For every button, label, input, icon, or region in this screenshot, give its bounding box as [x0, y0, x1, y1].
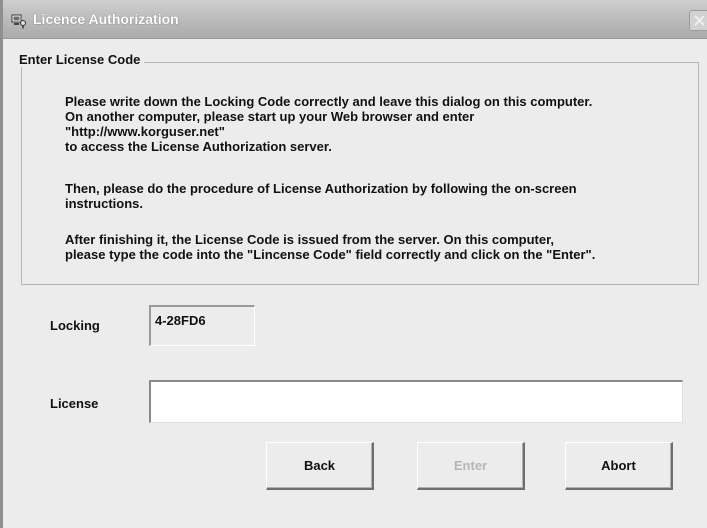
title-bar[interactable]: Licence Authorization [3, 0, 707, 39]
instruction-line: to access the License Authorization serv… [65, 139, 332, 154]
instruction-line: After finishing it, the License Code is … [65, 232, 555, 247]
license-code-input[interactable] [149, 380, 683, 423]
instructions-paragraph-3: After finishing it, the License Code is … [65, 232, 595, 262]
instruction-url: "http://www.korguser.net" [65, 124, 225, 139]
instruction-line: please type the code into the "Lincense … [65, 247, 596, 262]
licence-authorization-dialog: Licence Authorization Enter License Code… [0, 0, 707, 528]
instruction-line: Please write down the Locking Code corre… [65, 94, 593, 109]
close-icon [694, 15, 705, 26]
abort-button[interactable]: Abort [565, 442, 673, 490]
back-button[interactable]: Back [266, 442, 374, 490]
locking-code-field: 4-28FD6 [149, 305, 255, 346]
instruction-line: On another computer, please start up you… [65, 109, 475, 124]
instruction-line: Then, please do the procedure of License… [65, 181, 577, 196]
enter-button[interactable]: Enter [417, 442, 525, 490]
instruction-line: instructions. [65, 196, 144, 211]
computer-key-icon [11, 13, 27, 29]
locking-label: Locking [50, 318, 100, 333]
license-label: License [50, 396, 99, 411]
close-button[interactable] [689, 10, 707, 31]
instructions-paragraph-2: Then, please do the procedure of License… [65, 181, 577, 211]
group-title: Enter License Code [15, 52, 145, 67]
instructions-paragraph-1: Please write down the Locking Code corre… [65, 94, 592, 154]
window-title: Licence Authorization [33, 11, 179, 27]
